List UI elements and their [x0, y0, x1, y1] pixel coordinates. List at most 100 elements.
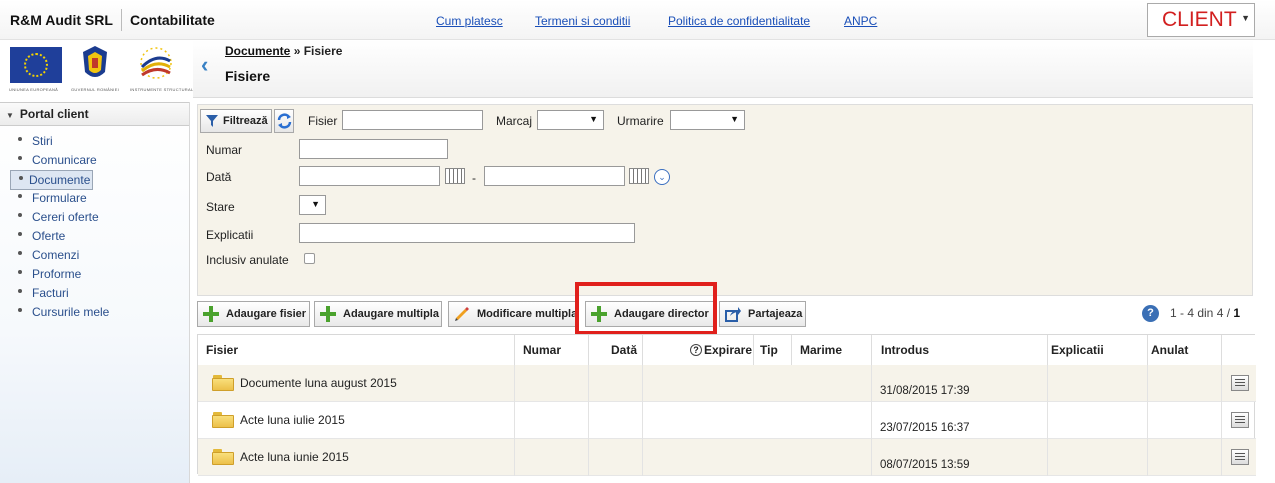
funnel-icon — [206, 115, 218, 127]
caret-down-icon: ▼ — [1241, 13, 1250, 23]
column-header-introdus[interactable]: Introdus — [872, 335, 1048, 365]
column-header-anulat[interactable]: Anulat — [1148, 335, 1222, 365]
help-small-icon: ? — [690, 344, 702, 356]
fisier-label: Fisier — [308, 114, 338, 128]
sidebar-header[interactable]: ▼ Portal client — [0, 102, 189, 126]
column-header-numar[interactable]: Numar — [515, 335, 589, 365]
pager-text: 1 - 4 din 4 / — [1170, 306, 1231, 320]
row-action-icon[interactable] — [1231, 375, 1249, 391]
sidebar-item-comunicare[interactable]: Comunicare — [18, 151, 97, 169]
bullet-icon — [19, 175, 23, 180]
file-name[interactable]: Documente luna august 2015 — [240, 376, 397, 390]
refresh-button[interactable] — [274, 109, 294, 133]
inclusiv-anulate-checkbox[interactable] — [304, 253, 315, 264]
dropdown-arrow-icon: ▼ — [589, 114, 598, 124]
table-row[interactable]: Acte luna iunie 2015 08/07/2015 13:59 — [198, 439, 1256, 476]
dropdown-arrow-icon: ▼ — [311, 199, 320, 209]
sidebar-item-documente[interactable]: Documente — [10, 170, 94, 190]
sidebar-item-stiri[interactable]: Stiri — [18, 132, 53, 150]
pager: 1 - 4 din 4 / 1 — [1170, 306, 1240, 320]
row-action-icon[interactable] — [1231, 412, 1249, 428]
back-arrow-icon[interactable]: ‹ — [201, 52, 208, 78]
edit-multiple-button[interactable]: Modificare multipla — [448, 301, 578, 327]
link-termeni[interactable]: Termeni si conditii — [535, 14, 630, 28]
column-header-expirare[interactable]: ? Expirare — [643, 335, 754, 365]
introdus-date: 31/08/2015 17:39 — [880, 385, 970, 397]
link-cum-platesc[interactable]: Cum platesc — [436, 14, 503, 28]
sidebar: ▼ Portal client Stiri Comunicare Document… — [0, 102, 190, 483]
data-from-input[interactable] — [299, 166, 440, 186]
filter-button-label: Filtrează — [223, 115, 268, 127]
add-file-button[interactable]: Adaugare fisier — [197, 301, 310, 327]
collapse-triangle-icon: ▼ — [6, 111, 14, 120]
help-icon[interactable]: ? — [1142, 305, 1159, 322]
bullet-icon — [18, 288, 22, 293]
bullet-icon — [18, 250, 22, 255]
bullet-icon — [18, 155, 22, 160]
filter-panel: Filtrează Fisier Marcaj ▼ Urmarire ▼ Num… — [197, 104, 1253, 296]
urmarire-label: Urmarire — [617, 114, 664, 128]
share-button[interactable]: Partajeaza — [719, 301, 806, 327]
sidebar-item-comenzi[interactable]: Comenzi — [18, 246, 79, 264]
file-name[interactable]: Acte luna iulie 2015 — [240, 413, 345, 427]
column-header-data[interactable]: Dată — [589, 335, 643, 365]
breadcrumb-documente-link[interactable]: Documente — [225, 44, 290, 58]
highlight-box — [575, 282, 717, 335]
bullet-icon — [18, 136, 22, 141]
link-politica[interactable]: Politica de confidentialitate — [668, 14, 810, 28]
column-header-fisier[interactable]: Fisier — [198, 335, 515, 365]
column-header-explicatii[interactable]: Explicatii — [1048, 335, 1148, 365]
numar-input[interactable] — [299, 139, 448, 159]
introdus-date: 08/07/2015 13:59 — [880, 459, 970, 471]
stare-select[interactable]: ▼ — [299, 195, 326, 215]
pager-page[interactable]: 1 — [1233, 306, 1240, 320]
data-to-input[interactable] — [484, 166, 625, 186]
client-menu-button[interactable]: CLIENT ▼ — [1147, 3, 1255, 37]
row-action-icon[interactable] — [1231, 449, 1249, 465]
urmarire-select[interactable]: ▼ — [670, 110, 745, 130]
link-anpc[interactable]: ANPC — [844, 14, 877, 28]
column-header-actions — [1222, 335, 1256, 365]
share-icon — [725, 307, 741, 322]
column-header-tip[interactable]: Tip — [754, 335, 792, 365]
fisier-input[interactable] — [342, 110, 483, 130]
calendar-from-icon[interactable] — [445, 168, 465, 184]
bullet-icon — [18, 193, 22, 198]
logo-strip: UNIUNEA EUROPEANĂ GUVERNUL ROMÂNIEI INST… — [0, 40, 196, 100]
column-header-marime[interactable]: Marime — [792, 335, 872, 365]
introdus-date: 23/07/2015 16:37 — [880, 422, 970, 434]
marcaj-select[interactable]: ▼ — [537, 110, 604, 130]
folder-icon — [212, 375, 234, 391]
stare-label: Stare — [206, 200, 235, 214]
toolbar: Adaugare fisier Adaugare multipla Modifi… — [193, 296, 1258, 331]
dropdown-arrow-icon: ▼ — [730, 114, 739, 124]
sidebar-item-proforme[interactable]: Proforme — [18, 265, 81, 283]
filter-button[interactable]: Filtrează — [200, 109, 272, 133]
add-multiple-button[interactable]: Adaugare multipla — [314, 301, 442, 327]
bullet-icon — [18, 231, 22, 236]
instrumente-structurale-logo — [140, 47, 172, 79]
sidebar-title: Portal client — [19, 107, 89, 121]
client-label: CLIENT — [1162, 8, 1237, 31]
file-name[interactable]: Acte luna iunie 2015 — [240, 450, 349, 464]
table-row[interactable]: Documente luna august 2015 31/08/2015 17… — [198, 365, 1256, 402]
content-header: ‹ Documente » Fisiere Fisiere — [193, 40, 1253, 98]
explicatii-label: Explicatii — [206, 228, 254, 242]
breadcrumb-separator: » — [293, 44, 301, 58]
marcaj-label: Marcaj — [496, 114, 533, 128]
company-name: R&M Audit SRL — [10, 12, 113, 28]
sidebar-item-cursurile-mele[interactable]: Cursurile mele — [18, 303, 109, 321]
sidebar-item-oferte[interactable]: Oferte — [18, 227, 65, 245]
numar-label: Numar — [206, 143, 243, 157]
sidebar-item-formulare[interactable]: Formulare — [18, 189, 87, 207]
expand-filters-icon[interactable]: ⌄ — [654, 169, 670, 185]
sidebar-item-cereri-oferte[interactable]: Cereri oferte — [18, 208, 99, 226]
bullet-icon — [18, 307, 22, 312]
table-row[interactable]: Acte luna iulie 2015 23/07/2015 16:37 — [198, 402, 1256, 439]
explicatii-input[interactable] — [299, 223, 635, 243]
plus-icon — [203, 306, 219, 322]
plus-icon — [320, 306, 336, 322]
table-header: Fisier Numar Dată ? Expirare Tip Marime … — [198, 335, 1256, 365]
calendar-to-icon[interactable] — [629, 168, 649, 184]
sidebar-item-facturi[interactable]: Facturi — [18, 284, 69, 302]
